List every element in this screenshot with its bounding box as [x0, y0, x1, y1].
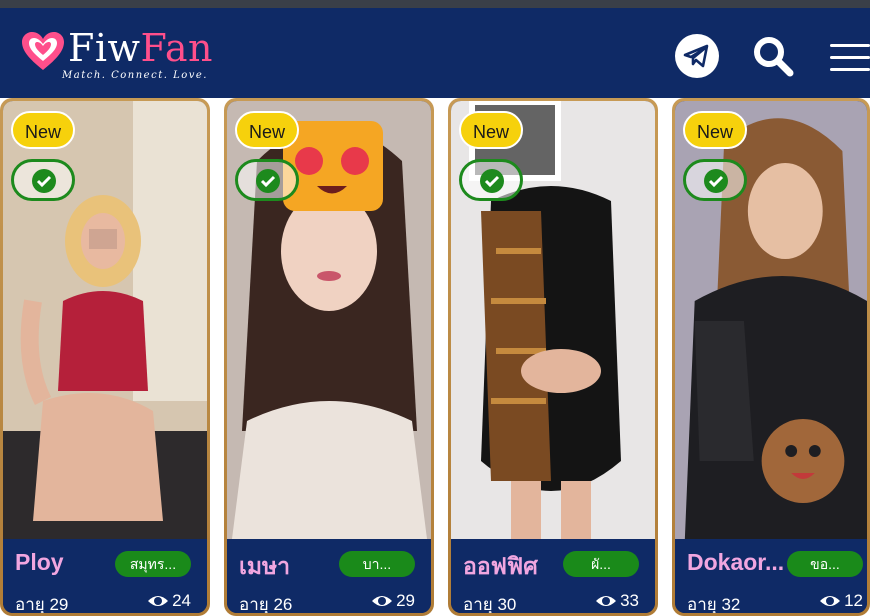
logo-word-fan: Fan — [140, 26, 213, 70]
logo-word-fiw: Fiw — [68, 26, 141, 70]
profile-grid: New Ploy สมุทร... อายุ 29 24 New เมษา บา… — [0, 98, 870, 616]
verified-check-icon — [256, 169, 280, 193]
menu-icon — [826, 33, 870, 71]
profile-name[interactable]: Dokaor... — [687, 549, 784, 576]
profile-info: Ploy สมุทร... อายุ 29 24 — [3, 539, 207, 613]
top-strip — [0, 0, 870, 8]
new-badge: New — [683, 111, 748, 149]
eye-icon — [596, 596, 617, 606]
view-count: 29 — [371, 591, 415, 611]
view-count: 12 — [819, 591, 863, 611]
new-badge: New — [235, 111, 300, 149]
profile-info: Dokaor... ขอ... อายุ 32 12 — [675, 539, 867, 613]
profile-info: เมษา บา... อายุ 26 29 — [227, 539, 431, 613]
logo-wordmark: FiwFan — [68, 26, 213, 70]
verified-badge — [11, 159, 75, 201]
search-icon — [754, 37, 794, 77]
location-pill: ผั... — [563, 551, 639, 577]
verified-check-icon — [480, 169, 504, 193]
menu-button[interactable] — [826, 33, 870, 79]
profile-info: ออฟฟิศ ผั... อายุ 30 33 — [451, 539, 655, 613]
profile-age: อายุ 32 — [687, 595, 741, 613]
view-count-value: 29 — [396, 591, 415, 610]
new-badge: New — [11, 111, 76, 149]
profile-name[interactable]: Ploy — [15, 549, 64, 576]
verified-badge — [235, 159, 299, 201]
telegram-button[interactable] — [674, 33, 720, 79]
view-count-value: 33 — [620, 591, 639, 610]
telegram-icon — [675, 34, 719, 78]
location-pill: บา... — [339, 551, 415, 577]
logo-tagline: Match. Connect. Love. — [62, 70, 208, 81]
new-badge: New — [459, 111, 524, 149]
eye-icon — [148, 596, 169, 606]
profile-card[interactable]: New Dokaor... ขอ... อายุ 32 12 — [672, 98, 870, 616]
verified-check-icon — [704, 169, 728, 193]
site-logo[interactable]: FiwFan Match. Connect. Love. — [20, 26, 220, 88]
profile-card[interactable]: New Ploy สมุทร... อายุ 29 24 — [0, 98, 210, 616]
profile-name[interactable]: ออฟฟิศ — [463, 549, 538, 585]
verified-badge — [683, 159, 747, 201]
eye-icon — [820, 596, 841, 606]
view-count: 24 — [147, 591, 191, 611]
site-header: FiwFan Match. Connect. Love. — [0, 8, 870, 98]
view-count: 33 — [595, 591, 639, 611]
verified-check-icon — [32, 169, 56, 193]
verified-badge — [459, 159, 523, 201]
profile-age: อายุ 26 — [239, 595, 293, 613]
profile-age: อายุ 30 — [463, 595, 517, 613]
profile-name[interactable]: เมษา — [239, 549, 290, 585]
profile-card[interactable]: New เมษา บา... อายุ 26 29 — [224, 98, 434, 616]
search-button[interactable] — [750, 33, 796, 79]
location-pill: สมุทร... — [115, 551, 191, 577]
view-count-value: 24 — [172, 591, 191, 610]
view-count-value: 12 — [844, 591, 863, 610]
profile-card[interactable]: New ออฟฟิศ ผั... อายุ 30 33 — [448, 98, 658, 616]
heart-logo-icon — [22, 32, 64, 70]
eye-icon — [372, 596, 393, 606]
profile-age: อายุ 29 — [15, 595, 69, 613]
location-pill: ขอ... — [787, 551, 863, 577]
